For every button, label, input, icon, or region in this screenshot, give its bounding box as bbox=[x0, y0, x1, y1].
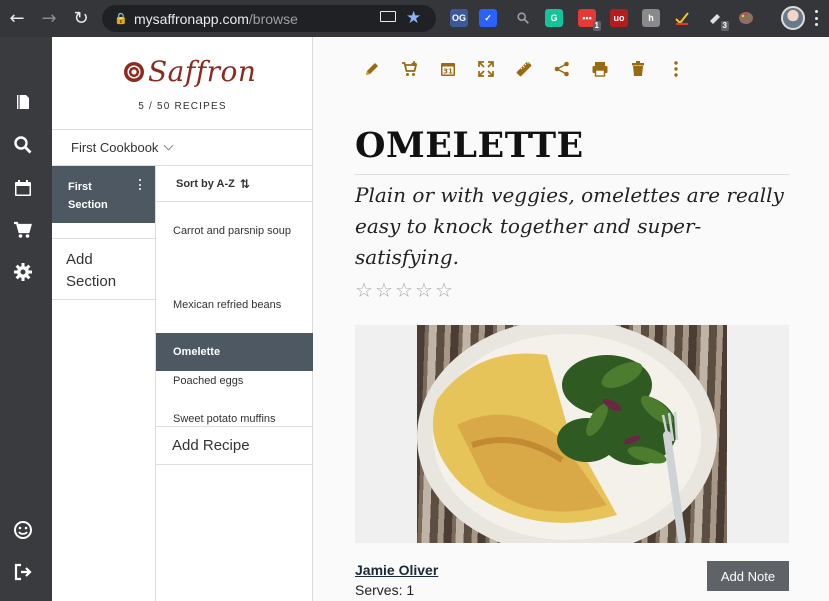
recipe-item-mexican-refried-beans[interactable]: Mexican refried beans bbox=[156, 296, 313, 314]
recipe-photo-frame bbox=[355, 325, 789, 543]
ublock-extension[interactable]: uo bbox=[610, 9, 628, 27]
browser-toolbar: ← → ↻ 🔒 mysaffronapp.com/browse ★ OG ✓ G ••… bbox=[0, 0, 829, 37]
cookbook-label: First Cookbook bbox=[71, 140, 159, 155]
share-icon[interactable] bbox=[543, 57, 581, 81]
section-item-first-section[interactable]: First Section bbox=[52, 166, 155, 223]
og-extension[interactable]: OG bbox=[450, 9, 468, 27]
browser-menu-icon[interactable] bbox=[815, 10, 819, 26]
star-icon[interactable]: ☆ bbox=[355, 279, 375, 301]
grammarly-extension[interactable]: G bbox=[545, 9, 563, 27]
cookbook-dropdown[interactable]: First Cookbook bbox=[52, 129, 313, 166]
add-note-button[interactable]: Add Note bbox=[707, 561, 789, 591]
recipe-label: Carrot and parsnip soup bbox=[173, 225, 292, 237]
add-to-cart-icon[interactable] bbox=[391, 57, 429, 81]
extension-badge: 3 bbox=[720, 21, 729, 31]
recipe-item-poached-eggs[interactable]: Poached eggs bbox=[156, 372, 313, 390]
expand-icon[interactable] bbox=[467, 57, 505, 81]
star-icon[interactable]: ☆ bbox=[415, 279, 435, 301]
section-more-icon[interactable] bbox=[139, 179, 142, 190]
calendar-icon[interactable] bbox=[12, 177, 34, 199]
book-icon[interactable] bbox=[12, 91, 34, 113]
back-icon[interactable]: ← bbox=[2, 4, 32, 34]
delete-icon[interactable] bbox=[619, 57, 657, 81]
check-extension[interactable] bbox=[673, 9, 691, 27]
link-extension[interactable]: 3 bbox=[706, 9, 729, 31]
navigation-panel: Saffron 5 / 50 RECIPES First Cookbook Fi… bbox=[52, 37, 313, 601]
recipe-view: 31 OMELETTE Plain or with veggies, omele… bbox=[313, 37, 829, 601]
ruler-icon[interactable] bbox=[505, 57, 543, 81]
recipe-title: OMELETTE bbox=[355, 125, 584, 166]
recipe-label: Mexican refried beans bbox=[173, 299, 282, 311]
calendar-add-icon[interactable]: 31 bbox=[429, 57, 467, 81]
recipe-description: Plain or with veggies, omelettes are rea… bbox=[355, 183, 784, 269]
reload-icon[interactable]: ↻ bbox=[66, 4, 96, 34]
print-icon[interactable] bbox=[581, 57, 619, 81]
lock-icon: 🔒 bbox=[114, 13, 128, 25]
add-recipe-button[interactable]: Add Recipe bbox=[156, 426, 313, 465]
avatar[interactable] bbox=[781, 6, 805, 30]
saffron-logo[interactable]: Saffron bbox=[124, 55, 256, 88]
counter-extension[interactable]: ••• 1 bbox=[578, 9, 601, 31]
recipe-item-carrot-and-parsnip-soup[interactable]: Carrot and parsnip soup bbox=[156, 212, 313, 250]
palette-extension[interactable] bbox=[737, 9, 755, 27]
star-icon[interactable]: ☆ bbox=[435, 279, 455, 301]
title-divider bbox=[355, 174, 789, 175]
author-link[interactable]: Jamie Oliver bbox=[355, 562, 438, 578]
recipe-list: Sort by A-Z ⇅ Carrot and parsnip soup Me… bbox=[156, 166, 313, 601]
address-bar[interactable]: 🔒 mysaffronapp.com/browse ★ bbox=[102, 5, 436, 32]
section-label: First Section bbox=[68, 181, 108, 211]
section-list: First Section Add Section bbox=[52, 166, 156, 601]
recipe-item-omelette[interactable]: Omelette bbox=[156, 333, 313, 371]
serves-text: Serves: 1 bbox=[355, 582, 415, 598]
app-icon-rail bbox=[0, 37, 52, 601]
svg-text:31: 31 bbox=[443, 68, 453, 76]
more-icon[interactable] bbox=[657, 57, 695, 81]
saffron-swirl-icon bbox=[124, 61, 144, 82]
star-icon[interactable]: ☆ bbox=[375, 279, 395, 301]
cart-icon[interactable] bbox=[12, 219, 34, 241]
recipe-photo[interactable] bbox=[417, 325, 727, 543]
brand-name: Saffron bbox=[148, 55, 257, 88]
forward-icon[interactable]: → bbox=[34, 4, 64, 34]
recipe-label: Omelette bbox=[173, 346, 221, 358]
sort-label: Sort by A-Z bbox=[176, 177, 235, 190]
star-icon[interactable]: ☆ bbox=[395, 279, 415, 301]
smiley-icon[interactable] bbox=[12, 519, 34, 541]
sort-button[interactable]: Sort by A-Z ⇅ bbox=[156, 166, 313, 202]
logout-icon[interactable] bbox=[12, 561, 34, 583]
sort-icon: ⇅ bbox=[239, 176, 250, 191]
gear-icon[interactable] bbox=[12, 261, 34, 283]
rating-stars[interactable]: ☆ ☆ ☆ ☆ ☆ bbox=[355, 279, 455, 301]
edit-icon[interactable] bbox=[353, 57, 391, 81]
ghostery-extension[interactable]: h bbox=[642, 9, 660, 27]
bookmark-star-icon[interactable]: ★ bbox=[406, 7, 426, 29]
add-section-button[interactable]: Add Section bbox=[52, 238, 155, 300]
chevron-down-icon bbox=[163, 140, 174, 151]
recipe-label: Poached eggs bbox=[173, 375, 244, 387]
recipe-toolbar: 31 bbox=[353, 57, 695, 81]
checklist-extension[interactable]: ✓ bbox=[479, 9, 497, 27]
url-text: mysaffronapp.com/browse bbox=[134, 10, 298, 27]
add-section-label: Add Section bbox=[66, 251, 117, 290]
brand-header: Saffron 5 / 50 RECIPES bbox=[52, 37, 313, 129]
extension-badge: 1 bbox=[592, 21, 601, 31]
install-app-icon[interactable] bbox=[380, 11, 396, 22]
search-icon[interactable] bbox=[12, 134, 34, 156]
magnifier-extension[interactable] bbox=[514, 9, 532, 27]
recipe-count: 5 / 50 RECIPES bbox=[138, 101, 227, 112]
add-recipe-label: Add Recipe bbox=[172, 437, 250, 454]
